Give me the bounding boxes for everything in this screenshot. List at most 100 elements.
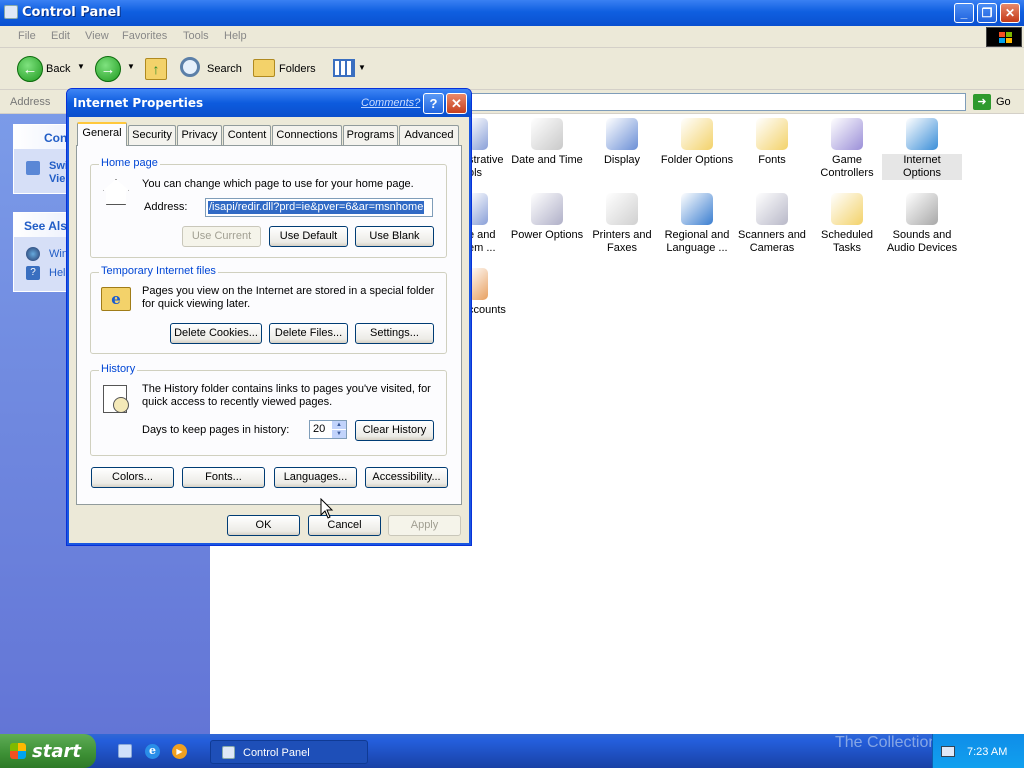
taskbar-control-panel-icon — [222, 746, 235, 759]
minimize-button[interactable]: _ — [954, 3, 974, 23]
clock[interactable]: 7:23 AM — [967, 746, 1007, 758]
toolbar: ← Back ▼ → ▼ ↑ Search Folders ▼ — [0, 48, 1024, 90]
use-blank-button[interactable]: Use Blank — [355, 226, 434, 247]
applet-icon — [756, 193, 788, 225]
applet-icon — [606, 193, 638, 225]
use-default-button[interactable]: Use Default — [269, 226, 348, 247]
up-folder-icon[interactable]: ↑ — [145, 58, 167, 80]
go-button-label[interactable]: Go — [996, 96, 1011, 108]
applet-icon — [681, 118, 713, 150]
history-description-1: The History folder contains links to pag… — [142, 383, 431, 395]
menu-tools[interactable]: Tools — [183, 30, 209, 42]
menu-bar: File Edit View Favorites Tools Help — [0, 26, 1024, 48]
tab-content[interactable]: Content — [223, 125, 271, 145]
forward-dropdown-icon[interactable]: ▼ — [127, 62, 135, 71]
applet-label: Regional and Language ... — [664, 229, 730, 254]
history-legend: History — [99, 363, 138, 375]
forward-arrow-icon[interactable]: → — [95, 56, 121, 82]
dialog-titlebar: Internet Properties Comments? ? ✕ — [67, 89, 471, 117]
use-current-button[interactable]: Use Current — [182, 226, 261, 247]
control-panel-icon-item[interactable]: Scheduled Tasks — [807, 193, 887, 255]
home-page-legend: Home page — [99, 157, 160, 169]
cancel-button[interactable]: Cancel — [308, 515, 381, 536]
delete-files-button[interactable]: Delete Files... — [269, 323, 348, 344]
applet-label: Game Controllers — [820, 154, 874, 179]
back-arrow-icon[interactable]: ← — [17, 56, 43, 82]
tab-programs[interactable]: Programs — [343, 125, 398, 145]
search-icon[interactable] — [180, 57, 200, 77]
dialog-help-button[interactable]: ? — [423, 93, 444, 114]
days-to-keep-value: 20 — [313, 423, 326, 435]
home-page-address-input[interactable]: /isapi/redir.dll?prd=ie&pver=6&ar=msnhom… — [205, 198, 433, 217]
mouse-cursor-icon — [320, 498, 334, 519]
taskbar-control-panel-button[interactable]: Control Panel — [210, 740, 368, 764]
back-button-label[interactable]: Back — [46, 63, 70, 75]
tab-security[interactable]: Security — [128, 125, 176, 145]
control-panel-icon-item[interactable]: Date and Time — [507, 118, 587, 167]
go-arrow-icon[interactable]: ➜ — [973, 94, 991, 110]
tab-privacy[interactable]: Privacy — [177, 125, 222, 145]
spin-down-icon[interactable]: ▼ — [332, 430, 346, 438]
tab-connections[interactable]: Connections — [272, 125, 342, 145]
folders-icon[interactable] — [253, 59, 275, 77]
start-label: start — [32, 741, 81, 762]
internet-explorer-icon[interactable]: e — [145, 744, 160, 759]
system-tray: 7:23 AM — [932, 734, 1024, 768]
control-panel-icon-item[interactable]: strative ols — [468, 118, 508, 180]
views-dropdown-icon[interactable]: ▼ — [358, 63, 366, 72]
apply-button[interactable]: Apply — [388, 515, 461, 536]
control-panel-icon-item[interactable]: Sounds and Audio Devices — [882, 193, 962, 255]
days-to-keep-label: Days to keep pages in history: — [142, 424, 290, 436]
control-panel-icon-item[interactable]: Regional and Language ... — [657, 193, 737, 255]
applet-label: Internet Options — [882, 154, 962, 180]
network-icon[interactable] — [941, 746, 955, 757]
settings-button[interactable]: Settings... — [355, 323, 434, 344]
control-panel-icon-item[interactable]: Display — [582, 118, 662, 167]
control-panel-icon-item[interactable]: e and em ... — [468, 193, 508, 255]
accessibility-button[interactable]: Accessibility... — [365, 467, 448, 488]
colors-button[interactable]: Colors... — [91, 467, 174, 488]
control-panel-icon-item[interactable]: Folder Options — [657, 118, 737, 167]
dialog-close-button[interactable]: ✕ — [446, 93, 467, 114]
menu-file[interactable]: File — [18, 30, 36, 42]
tab-advanced[interactable]: Advanced — [399, 125, 459, 145]
control-panel-icon-item[interactable]: Fonts — [732, 118, 812, 167]
delete-cookies-button[interactable]: Delete Cookies... — [170, 323, 262, 344]
applet-label: Scheduled Tasks — [821, 229, 873, 254]
tab-general[interactable]: General — [77, 122, 127, 146]
menu-view[interactable]: View — [85, 30, 109, 42]
views-icon[interactable] — [333, 59, 355, 77]
applet-label: Date and Time — [511, 154, 583, 166]
ok-button[interactable]: OK — [227, 515, 300, 536]
media-player-icon[interactable]: ▶ — [172, 744, 187, 759]
clear-history-button[interactable]: Clear History — [355, 420, 434, 441]
days-to-keep-spinner[interactable]: 20 ▲ ▼ — [309, 420, 347, 439]
spin-up-icon[interactable]: ▲ — [332, 421, 346, 429]
window-titlebar: Control Panel _ ❐ ✕ — [0, 0, 1024, 26]
control-panel-icon-item[interactable]: Internet Options — [882, 118, 962, 180]
address-input[interactable] — [470, 93, 966, 111]
control-panel-icon-item[interactable]: Printers and Faxes — [582, 193, 662, 255]
control-panel-icon-item[interactable]: Power Options — [507, 193, 587, 242]
menu-favorites[interactable]: Favorites — [122, 30, 167, 42]
show-desktop-icon[interactable] — [118, 744, 132, 758]
windows-flag-icon — [10, 743, 26, 759]
search-button-label[interactable]: Search — [207, 63, 242, 75]
languages-button[interactable]: Languages... — [274, 467, 357, 488]
folders-button-label[interactable]: Folders — [279, 63, 316, 75]
switch-view-link-line2[interactable]: Vie — [49, 173, 65, 185]
menu-edit[interactable]: Edit — [51, 30, 70, 42]
control-panel-icon-item[interactable]: ccounts — [468, 268, 508, 317]
comments-link[interactable]: Comments? — [361, 97, 420, 109]
menu-help[interactable]: Help — [224, 30, 247, 42]
control-panel-icon-item[interactable]: Scanners and Cameras — [732, 193, 812, 255]
applet-label: Power Options — [510, 229, 584, 241]
start-button[interactable]: start — [0, 734, 96, 768]
restore-button[interactable]: ❐ — [977, 3, 997, 23]
back-dropdown-icon[interactable]: ▼ — [77, 62, 85, 71]
fonts-button[interactable]: Fonts... — [182, 467, 265, 488]
close-button[interactable]: ✕ — [1000, 3, 1020, 23]
applet-icon — [756, 118, 788, 150]
control-panel-icon-item[interactable]: Game Controllers — [807, 118, 887, 180]
temporary-files-description-2: for quick viewing later. — [142, 298, 251, 310]
